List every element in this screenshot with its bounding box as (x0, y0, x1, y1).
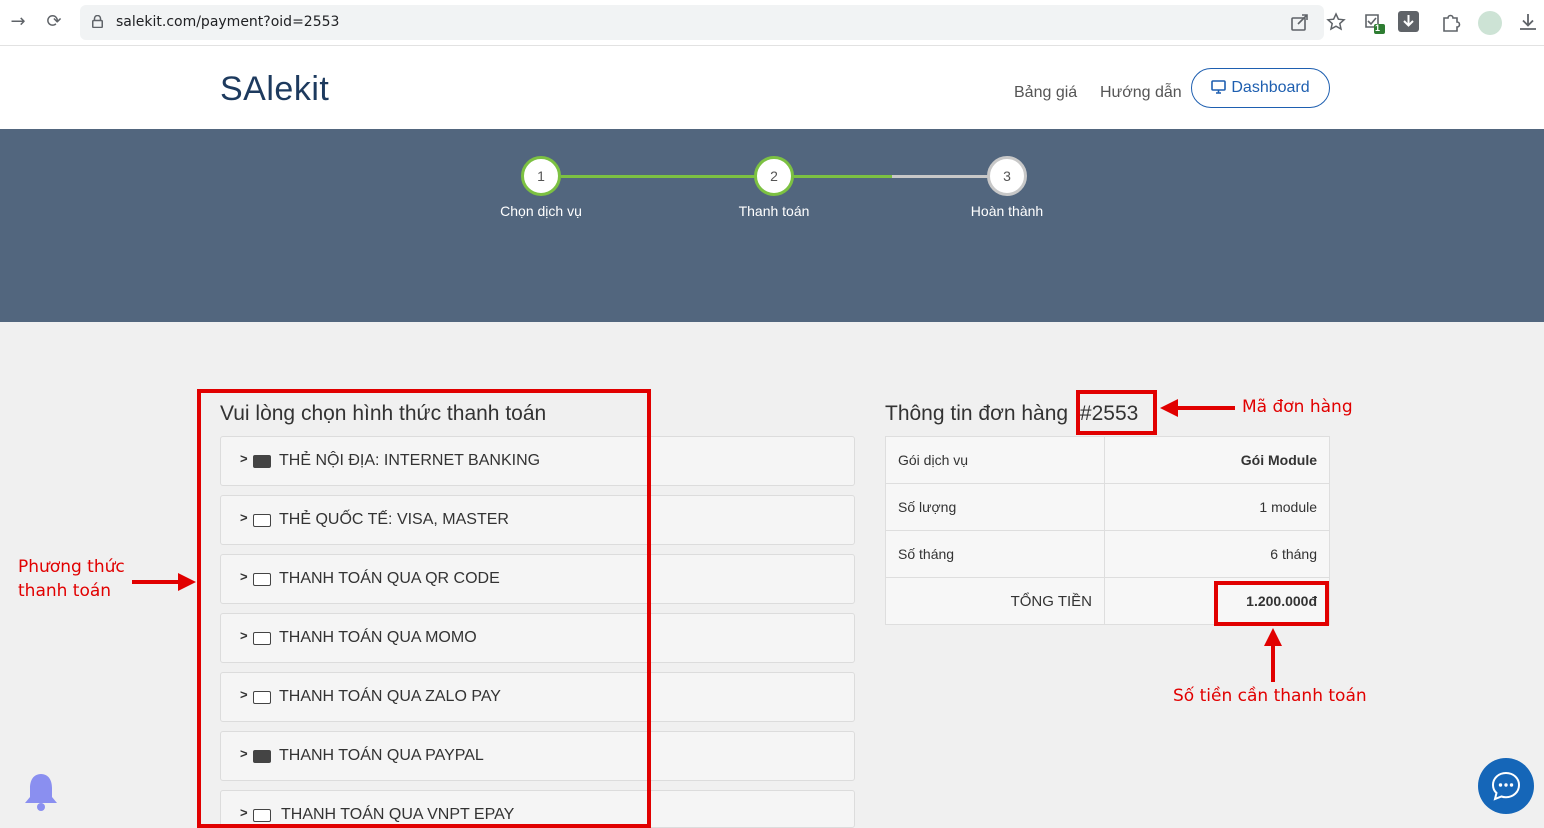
chat-button[interactable] (1478, 758, 1534, 814)
annotation-payment-method-line2: thanh toán (18, 581, 112, 601)
arrow-to-total-amount (1264, 628, 1282, 682)
annotation-amount: Số tiền cần thanh toán (1173, 686, 1367, 706)
chat-bubble-icon (1491, 771, 1521, 801)
annotation-order-code: Mã đơn hàng (1242, 397, 1353, 417)
annotation-payment-method-line1: Phương thức (18, 557, 125, 577)
arrow-to-payment-methods (132, 573, 196, 591)
bell-icon[interactable] (22, 770, 60, 812)
arrow-to-order-id (1160, 399, 1235, 417)
